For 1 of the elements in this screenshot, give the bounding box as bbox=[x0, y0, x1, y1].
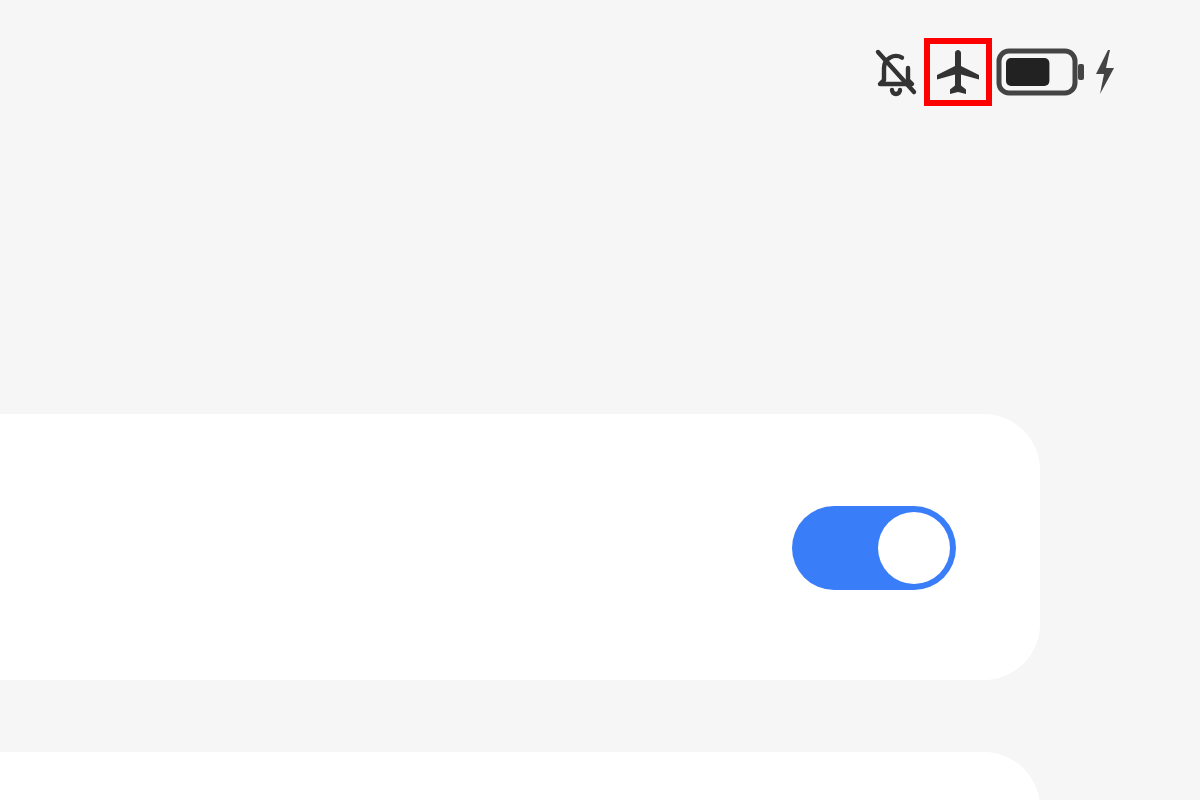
toggle-switch[interactable] bbox=[792, 505, 956, 589]
